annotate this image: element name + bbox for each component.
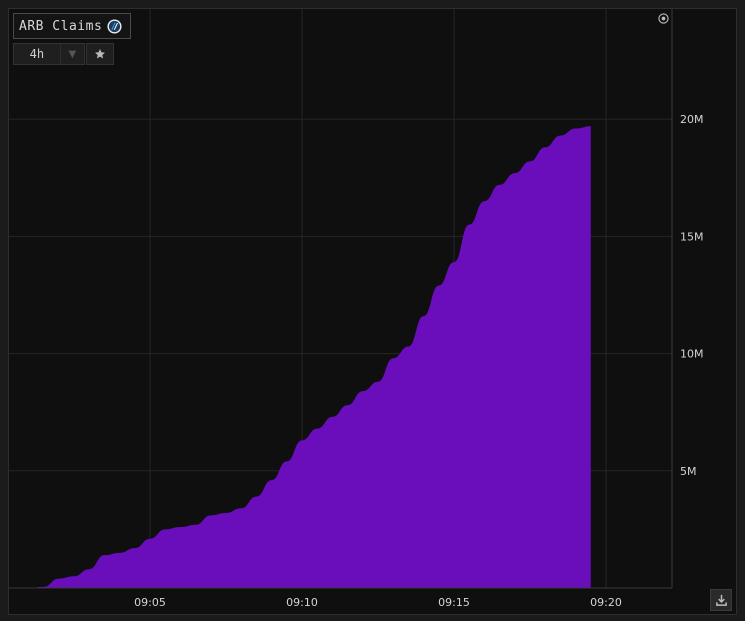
star-icon	[95, 49, 105, 59]
settings-icon[interactable]	[658, 13, 669, 24]
chart-title-box: ARB Claims	[13, 13, 131, 39]
area-chart: 09:05 09:10 09:15 09:20 5M 10M 15M 20M	[9, 9, 704, 609]
y-tick-label: 5M	[680, 465, 697, 478]
x-tick-label: 09:10	[286, 596, 318, 609]
download-icon	[715, 594, 727, 606]
y-tick-label: 15M	[680, 230, 704, 243]
x-tick-label: 09:20	[590, 596, 622, 609]
favorite-button[interactable]	[86, 43, 114, 65]
download-button[interactable]	[710, 589, 732, 611]
x-tick-label: 09:15	[438, 596, 470, 609]
area-layer	[28, 126, 591, 588]
y-tick-label: 10M	[680, 348, 704, 361]
chart-title: ARB Claims	[19, 18, 103, 34]
y-tick-label: 20M	[680, 113, 704, 126]
area-series	[28, 126, 591, 588]
caret-down-icon[interactable]: ▼	[59, 44, 84, 64]
x-tick-label: 09:05	[134, 596, 166, 609]
arbitrum-logo-icon	[107, 18, 122, 34]
timeframe-value[interactable]: 4h	[14, 44, 60, 64]
timeframe-select[interactable]: 4h ▼	[13, 43, 85, 65]
